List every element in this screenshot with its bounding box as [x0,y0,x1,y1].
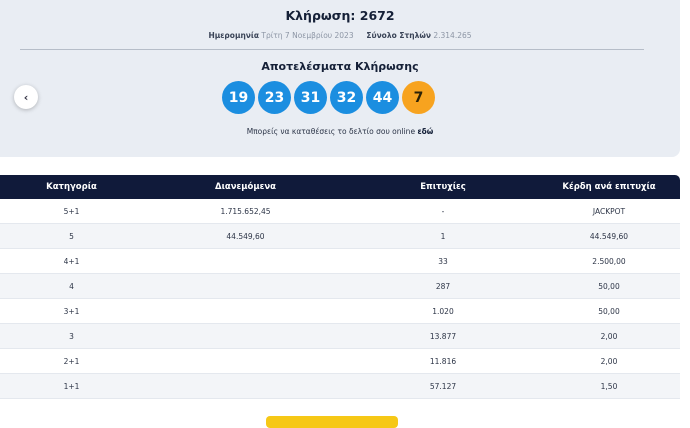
bet-online-link[interactable]: εδώ [417,127,433,136]
bet-online-line: Μπορείς να καταθέσεις το δελτίο σου onli… [0,127,680,136]
cell-winners: 1.020 [432,306,454,316]
table-row: 4+1 33 2.500,00 [0,249,680,274]
table-row: 2+1 11.816 2,00 [0,349,680,374]
cell-winners: 1 [440,231,446,241]
results-title: Αποτελέσματα Κλήρωσης [261,60,419,73]
cell-category: 3+1 [63,306,80,316]
cell-category: 2+1 [63,356,80,366]
number-ball: 23 [258,81,291,114]
table-row: 5+1 1.715.652,45 - JACKPOT [0,199,680,224]
header-prize-per-winner: Κέρδη ανά επιτυχία [562,182,656,192]
cell-category: 3 [69,331,74,341]
cell-prize: 1,50 [600,381,618,391]
columns-label: Σύνολο Στηλών [366,31,431,40]
draw-card: Κλήρωση: 2672 Ημερομηνία Τρίτη 7 Νοεμβρί… [0,0,680,157]
header-winners: Επιτυχίες [420,182,466,192]
cta-button[interactable] [266,416,398,428]
cell-prize: 2.500,00 [592,256,626,266]
chevron-left-icon: ‹ [23,90,29,104]
previous-draw-button[interactable]: ‹ [14,85,38,109]
cell-prize: 50,00 [598,306,620,316]
prize-table: Κατηγορία Διανεμόμενα Επιτυχίες Κέρδη αν… [0,175,680,399]
cell-distributed: 1.715.652,45 [220,206,271,216]
cell-winners: 13.877 [429,331,457,341]
cell-winners: 11.816 [429,356,457,366]
header-category: Κατηγορία [46,182,97,192]
cell-category: 5+1 [63,206,80,216]
table-header: Κατηγορία Διανεμόμενα Επιτυχίες Κέρδη αν… [0,175,680,199]
cell-winners: 57.127 [429,381,457,391]
draw-meta: Ημερομηνία Τρίτη 7 Νοεμβρίου 2023 Σύνολο… [0,31,680,40]
bet-online-text: Μπορείς να καταθέσεις το δελτίο σου onli… [246,127,416,136]
cell-winners: 287 [435,281,451,291]
cell-category: 4 [69,281,74,291]
number-ball: 32 [330,81,363,114]
cell-prize: 50,00 [598,281,620,291]
cell-winners: 33 [438,256,448,266]
date-label: Ημερομηνία [208,31,259,40]
table-row: 4 287 50,00 [0,274,680,299]
header-distributed: Διανεμόμενα [215,182,276,192]
cell-prize: 2,00 [600,356,618,366]
number-ball: 31 [294,81,327,114]
cell-prize: JACKPOT [592,206,626,216]
divider [20,49,644,50]
bonus-ball: 7 [402,81,435,114]
date-value: Τρίτη 7 Νοεμβρίου 2023 [261,31,354,40]
cell-category: 4+1 [63,256,80,266]
table-row: 3 13.877 2,00 [0,324,680,349]
columns-value: 2.314.265 [433,31,472,40]
table-row: 5 44.549,60 1 44.549,60 [0,224,680,249]
cell-category: 1+1 [63,381,80,391]
number-ball: 19 [222,81,255,114]
winning-numbers: 19 23 31 32 44 7 [222,81,435,115]
cell-prize: 44.549,60 [589,231,629,241]
cell-winners: - [441,206,445,216]
draw-title: Κλήρωση: 2672 [285,8,395,23]
cell-prize: 2,00 [600,331,618,341]
table-row: 3+1 1.020 50,00 [0,299,680,324]
cell-category: 5 [69,231,74,241]
cell-distributed: 44.549,60 [226,231,265,241]
number-ball: 44 [366,81,399,114]
table-row: 1+1 57.127 1,50 [0,374,680,399]
